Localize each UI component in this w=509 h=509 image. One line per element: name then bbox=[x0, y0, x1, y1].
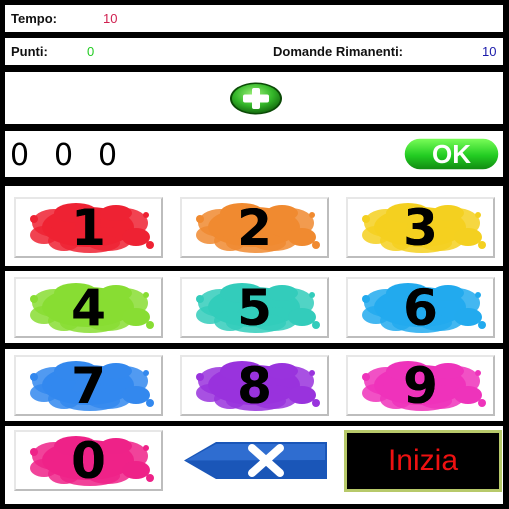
add-button[interactable] bbox=[229, 82, 283, 115]
backspace-button[interactable] bbox=[180, 430, 329, 491]
digit-key-label: 7 bbox=[71, 357, 106, 415]
start-button[interactable]: Inizia bbox=[344, 430, 502, 492]
digit-key-label: 0 bbox=[71, 432, 106, 490]
digit-key-label: 2 bbox=[237, 199, 272, 257]
answer-digit-2: 0 bbox=[54, 138, 76, 173]
punti-value: 0 bbox=[87, 44, 95, 59]
domande-value: 10 bbox=[482, 44, 497, 59]
digit-key-1[interactable]: 1 bbox=[14, 197, 163, 258]
digit-key-label: 9 bbox=[403, 357, 438, 415]
answer-digit-1: 0 bbox=[10, 138, 32, 173]
digit-key-6[interactable]: 6 bbox=[346, 277, 495, 338]
punti-label: Punti: bbox=[11, 44, 48, 59]
digit-key-label: 5 bbox=[237, 279, 272, 337]
digit-key-label: 1 bbox=[71, 199, 106, 257]
digit-key-label: 4 bbox=[71, 279, 106, 337]
digit-key-8[interactable]: 8 bbox=[180, 355, 329, 416]
ok-button-shape: OK bbox=[403, 137, 500, 171]
score-bar: Punti: 0 Domande Rimanenti: 10 bbox=[5, 38, 503, 65]
answer-digit-3: 0 bbox=[98, 138, 120, 173]
digit-key-2[interactable]: 2 bbox=[180, 197, 329, 258]
ok-button[interactable]: OK bbox=[403, 137, 500, 171]
digit-key-label: 3 bbox=[403, 199, 438, 257]
digit-key-7[interactable]: 7 bbox=[14, 355, 163, 416]
digit-key-9[interactable]: 9 bbox=[346, 355, 495, 416]
digit-key-3[interactable]: 3 bbox=[346, 197, 495, 258]
ok-label: OK bbox=[432, 139, 471, 169]
backspace-x-icon bbox=[184, 442, 327, 479]
tempo-bar: Tempo: 10 bbox=[5, 5, 503, 32]
digit-key-0[interactable]: 0 bbox=[14, 430, 163, 491]
tempo-label: Tempo: bbox=[11, 11, 57, 26]
domande-label: Domande Rimanenti: bbox=[273, 44, 404, 59]
plus-circle-icon bbox=[230, 82, 282, 115]
digit-key-label: 6 bbox=[403, 279, 438, 337]
digit-key-5[interactable]: 5 bbox=[180, 277, 329, 338]
digit-key-4[interactable]: 4 bbox=[14, 277, 163, 338]
answer-digits: 000 bbox=[10, 138, 142, 173]
tempo-value: 10 bbox=[103, 11, 118, 26]
digit-key-label: 8 bbox=[237, 357, 272, 415]
